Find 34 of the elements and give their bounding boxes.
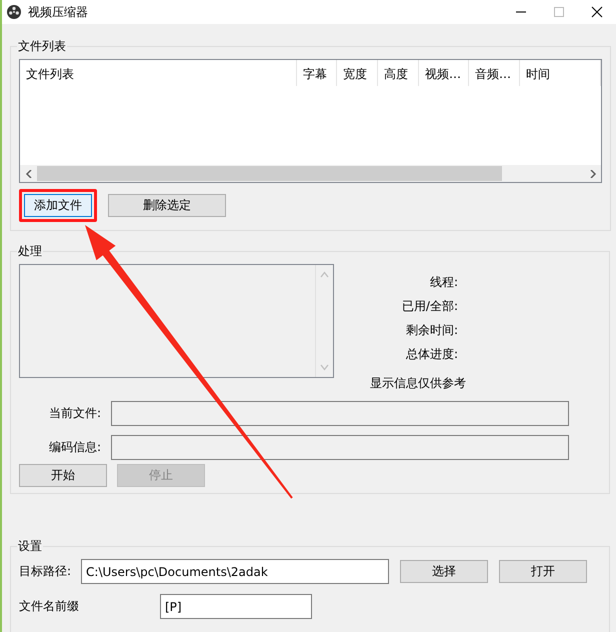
column-header[interactable]: 高度 [378,60,419,86]
path-field[interactable]: C:\Users\pc\Documents\2adak [81,559,390,584]
group-title: 处理 [17,243,43,260]
column-header[interactable]: 文件列表 [20,60,297,86]
column-header[interactable]: 音频… [469,60,520,86]
stat-label: 线程: [430,274,458,291]
start-button[interactable]: 开始 [19,464,107,487]
close-icon[interactable] [591,6,603,18]
stat-label: 已用/全部: [402,298,458,315]
info-note: 显示信息仅供参考 [370,375,466,392]
column-header[interactable]: 宽度 [337,60,378,86]
maximize-icon [553,6,565,18]
file-list[interactable]: 文件列表 字幕 宽度 高度 视频… 音频… 时间 [19,59,602,183]
column-header[interactable]: 字幕 [297,60,337,86]
column-header[interactable]: 视频… [419,60,469,86]
field-label: 目标路径: [19,563,72,580]
film-reel-icon [6,4,22,20]
scroll-right-icon[interactable] [588,170,596,178]
add-file-button[interactable]: 添加文件 [24,194,92,217]
open-button[interactable]: 打开 [499,560,588,583]
stat-label: 总体进度: [406,346,458,363]
scrollbar-thumb[interactable] [37,166,502,181]
field-label: 当前文件: [48,405,101,422]
column-header[interactable]: 时间 [520,60,601,86]
group-title: 文件列表 [17,38,67,55]
prefix-field[interactable]: [P] [160,594,312,619]
window-title: 视频压缩器 [28,4,88,20]
field-label: 编码信息: [48,439,101,456]
group-title: 设置 [17,538,43,555]
delete-selected-button[interactable]: 删除选定 [108,194,226,217]
scroll-left-icon[interactable] [24,170,32,178]
browse-button[interactable]: 选择 [400,560,488,583]
stat-label: 剩余时间: [406,322,458,339]
field-label: 文件名前缀 [19,598,79,615]
